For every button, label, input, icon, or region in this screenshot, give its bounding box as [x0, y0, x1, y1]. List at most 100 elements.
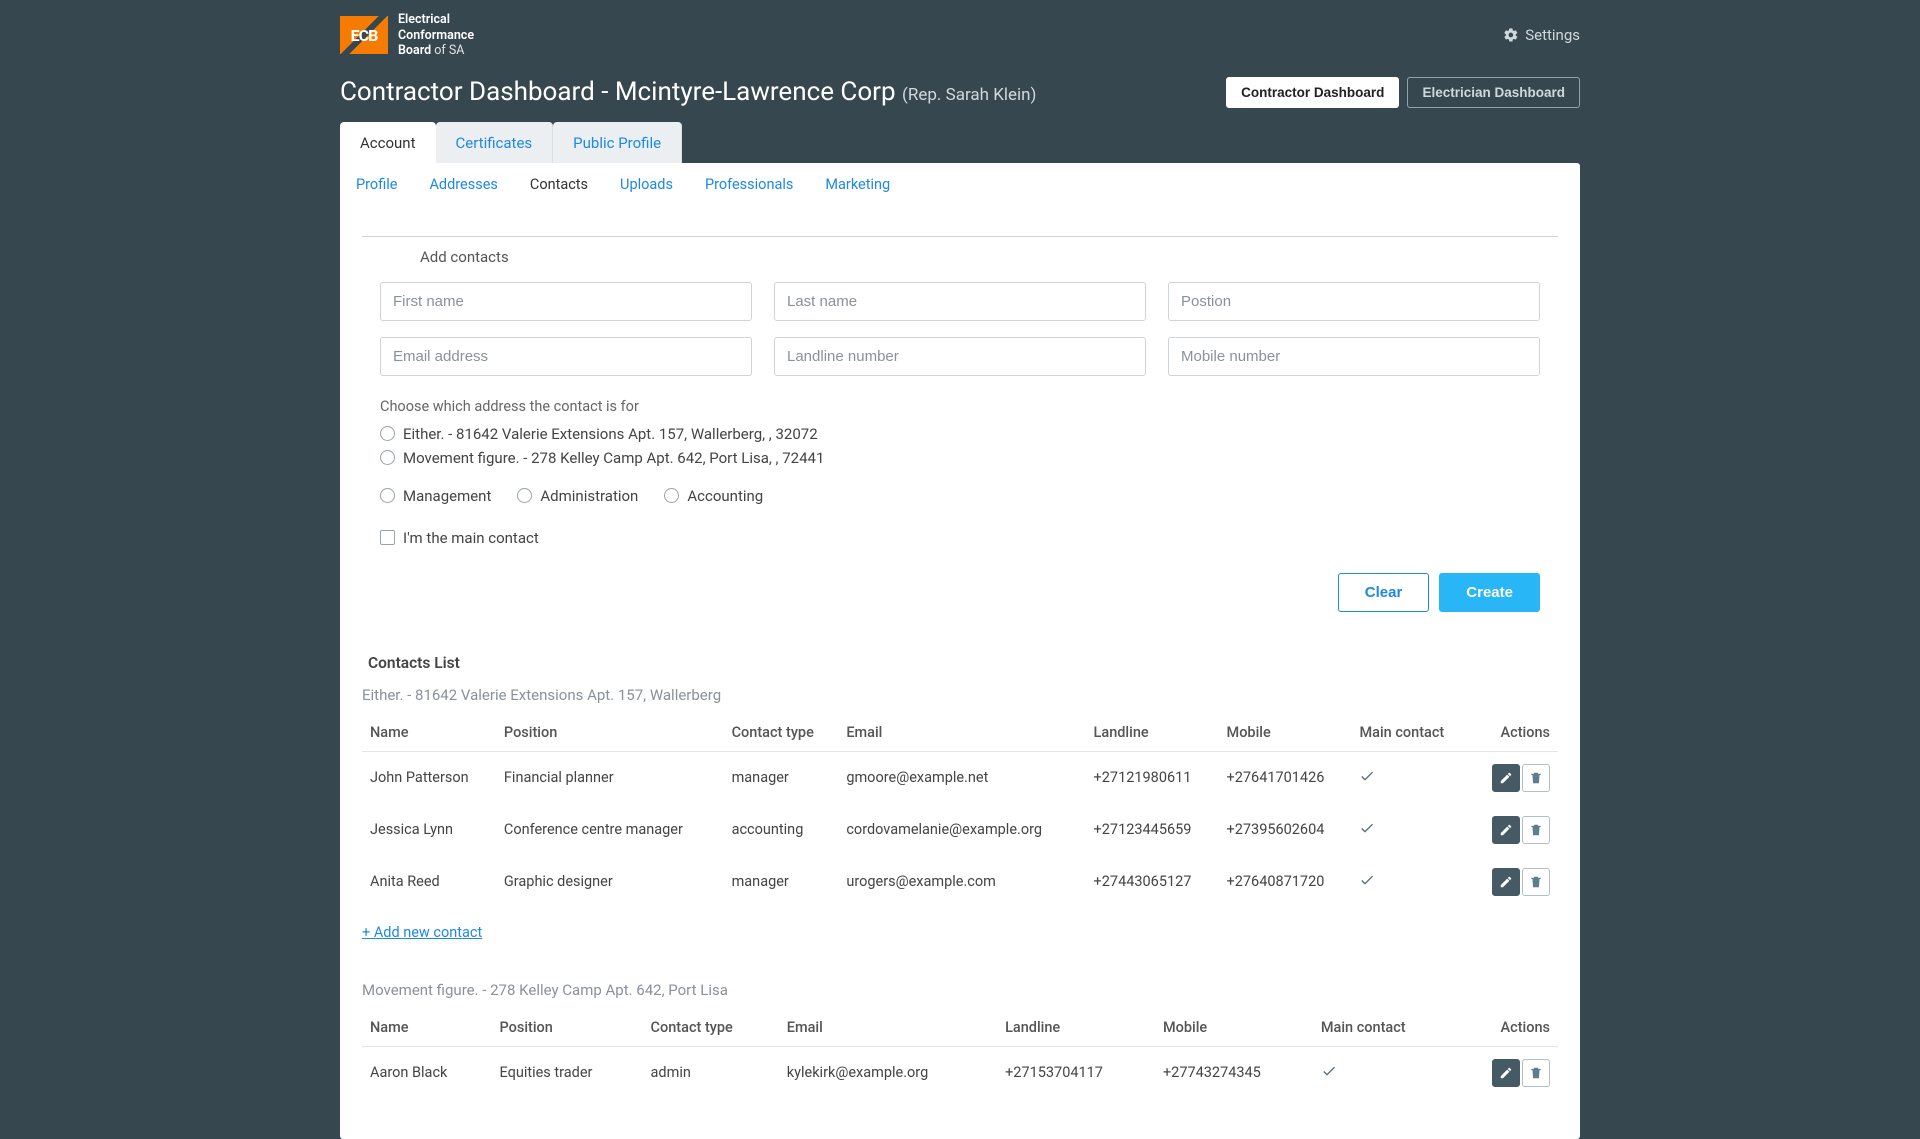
check-icon: [1359, 823, 1375, 840]
pencil-icon: [1499, 1066, 1513, 1080]
table-row: Jessica LynnConference centre manageracc…: [362, 804, 1558, 856]
cell-contact_type: manager: [724, 751, 839, 804]
role-radio-accounting[interactable]: Accounting: [664, 487, 763, 505]
table-row: Anita ReedGraphic designermanagerurogers…: [362, 856, 1558, 908]
col-position: Position: [491, 1009, 642, 1047]
subtab-professionals[interactable]: Professionals: [689, 163, 809, 206]
role-label: Administration: [540, 487, 638, 505]
trash-icon: [1529, 771, 1543, 785]
address-group-heading: Movement figure. - 278 Kelley Camp Apt. …: [362, 981, 1558, 999]
col-actions: Actions: [1453, 1009, 1558, 1047]
edit-button[interactable]: [1492, 764, 1520, 792]
col-mobile: Mobile: [1155, 1009, 1313, 1047]
radio-icon: [517, 488, 532, 503]
brand-logo: ECB Electrical Conformance Board of SA: [340, 12, 474, 59]
address-group-heading: Either. - 81642 Valerie Extensions Apt. …: [362, 686, 1558, 704]
cell-name: Aaron Black: [362, 1046, 491, 1099]
subtab-contacts[interactable]: Contacts: [514, 163, 604, 206]
cell-contact_type: manager: [724, 856, 839, 908]
col-mobile: Mobile: [1219, 714, 1352, 752]
cell-landline: +27121980611: [1086, 751, 1219, 804]
radio-icon: [664, 488, 679, 503]
table-row: John PattersonFinancial plannermanagergm…: [362, 751, 1558, 804]
settings-link[interactable]: Settings: [1503, 26, 1580, 44]
cell-actions: [1453, 1046, 1558, 1099]
subtab-addresses[interactable]: Addresses: [413, 163, 513, 206]
pencil-icon: [1499, 875, 1513, 889]
delete-button[interactable]: [1522, 764, 1550, 792]
main-contact-checkbox[interactable]: I'm the main contact: [380, 529, 1540, 547]
fieldset-legend: Add contacts: [410, 248, 519, 266]
role-label: Accounting: [687, 487, 763, 505]
pencil-icon: [1499, 771, 1513, 785]
edit-button[interactable]: [1492, 868, 1520, 896]
subtab-uploads[interactable]: Uploads: [604, 163, 689, 206]
page-title: Contractor Dashboard - Mcintyre-Lawrence…: [340, 77, 1036, 107]
checkbox-icon: [380, 530, 395, 545]
cell-email: urogers@example.com: [838, 856, 1085, 908]
cell-name: Anita Reed: [362, 856, 496, 908]
trash-icon: [1529, 1066, 1543, 1080]
col-contact_type: Contact type: [724, 714, 839, 752]
role-radio-administration[interactable]: Administration: [517, 487, 638, 505]
col-main_contact: Main contact: [1351, 714, 1469, 752]
check-icon: [1359, 875, 1375, 892]
cell-position: Graphic designer: [496, 856, 724, 908]
cell-position: Conference centre manager: [496, 804, 724, 856]
cell-mobile: +27641701426: [1219, 751, 1352, 804]
delete-button[interactable]: [1522, 868, 1550, 896]
cell-email: cordovamelanie@example.org: [838, 804, 1085, 856]
clear-button[interactable]: Clear: [1338, 573, 1430, 612]
main-contact-label: I'm the main contact: [403, 529, 539, 547]
cell-main-contact: [1351, 804, 1469, 856]
create-button[interactable]: Create: [1439, 573, 1540, 612]
cell-landline: +27443065127: [1086, 856, 1219, 908]
cell-name: Jessica Lynn: [362, 804, 496, 856]
tab-public-profile[interactable]: Public Profile: [553, 122, 682, 163]
add-contacts-fieldset: Add contacts Choose which address the co…: [362, 226, 1558, 630]
contacts-table: NamePositionContact typeEmailLandlineMob…: [362, 714, 1558, 908]
contractor-dashboard-button[interactable]: Contractor Dashboard: [1226, 77, 1399, 108]
add-new-contact-link[interactable]: + Add new contact: [362, 924, 482, 941]
cell-position: Financial planner: [496, 751, 724, 804]
edit-button[interactable]: [1492, 816, 1520, 844]
col-name: Name: [362, 1009, 491, 1047]
delete-button[interactable]: [1522, 816, 1550, 844]
tab-account[interactable]: Account: [340, 122, 436, 163]
subtab-profile[interactable]: Profile: [340, 163, 413, 206]
check-icon: [1359, 771, 1375, 788]
first-name-input[interactable]: [380, 282, 752, 321]
settings-label: Settings: [1525, 26, 1580, 44]
address-option-label: Either. - 81642 Valerie Extensions Apt. …: [403, 425, 818, 443]
role-radio-management[interactable]: Management: [380, 487, 491, 505]
col-name: Name: [362, 714, 496, 752]
cell-actions: [1469, 751, 1558, 804]
cell-position: Equities trader: [491, 1046, 642, 1099]
col-email: Email: [838, 714, 1085, 752]
radio-icon: [380, 450, 395, 465]
address-radio-0[interactable]: Either. - 81642 Valerie Extensions Apt. …: [380, 425, 1540, 443]
cell-main-contact: [1351, 856, 1469, 908]
edit-button[interactable]: [1492, 1059, 1520, 1087]
gear-icon: [1503, 27, 1519, 43]
cell-mobile: +27395602604: [1219, 804, 1352, 856]
subtab-marketing[interactable]: Marketing: [809, 163, 906, 206]
mobile-input[interactable]: [1168, 337, 1540, 376]
col-actions: Actions: [1469, 714, 1558, 752]
last-name-input[interactable]: [774, 282, 1146, 321]
address-radio-1[interactable]: Movement figure. - 278 Kelley Camp Apt. …: [380, 449, 1540, 467]
role-label: Management: [403, 487, 491, 505]
delete-button[interactable]: [1522, 1059, 1550, 1087]
tab-certificates[interactable]: Certificates: [436, 122, 554, 163]
col-main_contact: Main contact: [1313, 1009, 1453, 1047]
email-input[interactable]: [380, 337, 752, 376]
col-landline: Landline: [1086, 714, 1219, 752]
landline-input[interactable]: [774, 337, 1146, 376]
check-icon: [1321, 1066, 1337, 1083]
cell-main-contact: [1351, 751, 1469, 804]
brand-mark-icon: ECB: [340, 16, 388, 54]
col-landline: Landline: [997, 1009, 1155, 1047]
address-helper-text: Choose which address the contact is for: [380, 398, 1540, 415]
electrician-dashboard-button[interactable]: Electrician Dashboard: [1407, 77, 1580, 108]
position-input[interactable]: [1168, 282, 1540, 321]
